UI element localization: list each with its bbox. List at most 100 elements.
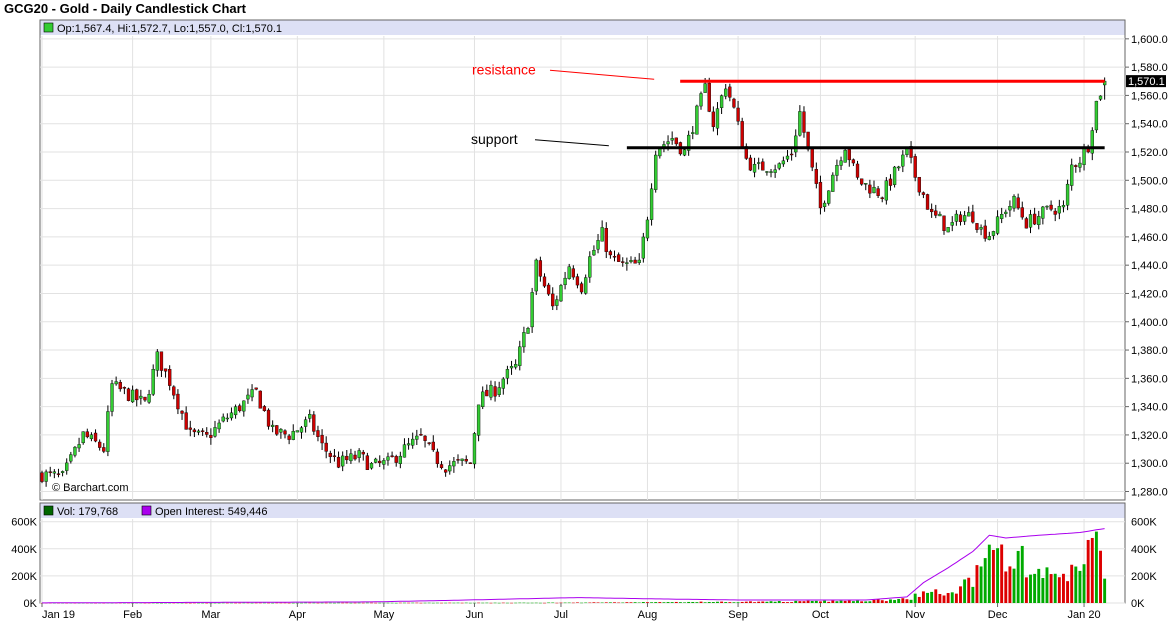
volume-bar (967, 577, 971, 603)
candle-body (242, 400, 246, 412)
candle-body (822, 202, 827, 208)
candle-body (56, 473, 61, 475)
candle-body (864, 183, 868, 185)
volume-bar (1012, 568, 1016, 603)
candle-body (180, 410, 184, 414)
candle-body (1098, 95, 1103, 100)
volume-bar (938, 594, 942, 603)
candle-body (275, 425, 279, 435)
date-tick-label: Mar (201, 609, 220, 621)
volume-bar (481, 602, 485, 604)
volume-bar (1099, 550, 1102, 603)
candle-body (361, 451, 365, 455)
candle-body (456, 459, 460, 461)
volume-bar (444, 602, 448, 604)
candle-body (1070, 164, 1074, 186)
volume-bar (464, 602, 468, 604)
candle-body (859, 178, 864, 185)
volume-bar (246, 602, 250, 604)
volume-bar (543, 602, 546, 604)
candle-body (336, 456, 341, 468)
candle-body (971, 211, 975, 223)
volume-bar (851, 601, 855, 603)
volume-bar (407, 602, 411, 604)
candle-body (48, 471, 52, 473)
candle-body (52, 471, 57, 474)
candle-body (468, 462, 473, 464)
volume-bar (580, 602, 584, 604)
volume-bar (798, 601, 802, 603)
candle-body (349, 453, 353, 462)
volume-tick-label-right: 400K (1131, 544, 1157, 556)
volume-bar (728, 602, 732, 603)
volume-bar (584, 602, 588, 604)
price-tick-label: 1,460.0 (1131, 232, 1168, 244)
volume-bar (687, 601, 691, 603)
candle-body (596, 240, 600, 250)
volume-bar (431, 602, 435, 604)
volume-bar (341, 602, 345, 604)
candle-body (711, 111, 716, 127)
volume-bar (971, 586, 975, 603)
candle-body (637, 259, 641, 263)
candle-body (1045, 205, 1049, 208)
volume-bar (847, 600, 851, 603)
volume-bar (794, 600, 798, 603)
candle-body (987, 236, 991, 240)
volume-bar (732, 602, 736, 603)
candle (275, 425, 279, 436)
candle (641, 232, 645, 263)
volume-bar (621, 602, 625, 604)
candle-body (316, 430, 320, 438)
candle-body (699, 93, 703, 107)
volume-bar (666, 602, 670, 603)
candle-body (448, 465, 452, 472)
volume-bar (398, 602, 402, 604)
candle-body (872, 186, 876, 194)
volume-bar (670, 602, 674, 603)
candle-body (168, 369, 172, 386)
volume-bar (501, 602, 505, 604)
candle-body (542, 276, 547, 287)
candle (827, 190, 831, 206)
volume-bar (221, 602, 225, 604)
candle-body (757, 162, 761, 164)
candle-body (798, 111, 802, 136)
volume-bar (868, 601, 872, 603)
candle-body (254, 387, 258, 390)
volume-bar (460, 602, 464, 604)
volume-bar (864, 601, 868, 603)
volume-bar (608, 602, 612, 603)
candle (732, 97, 736, 109)
candle (295, 430, 300, 433)
candle-body (217, 422, 221, 430)
candle-body (930, 209, 934, 213)
volume-bar (823, 600, 827, 603)
volume-bar (571, 602, 575, 604)
candle (707, 77, 711, 113)
volume-bar (238, 602, 242, 604)
volume-bar (942, 595, 946, 603)
volume-bar (1024, 577, 1028, 603)
volume-bar (963, 579, 967, 603)
candle-body (925, 194, 930, 210)
volume-bar (843, 600, 847, 603)
candle-body (460, 458, 464, 461)
price-tick-label: 1,380.0 (1131, 345, 1168, 357)
candle-body (917, 176, 921, 193)
candle-body (752, 164, 757, 173)
candle-body (608, 251, 613, 256)
candle-body (897, 166, 901, 169)
volume-bar (510, 602, 513, 604)
candle-body (719, 95, 724, 108)
candle-body (851, 159, 856, 164)
volume-bar (188, 602, 192, 604)
candle-body (287, 435, 291, 440)
candle-body (135, 389, 139, 401)
candle-body (559, 285, 563, 302)
candle-body (534, 259, 538, 292)
candle-body (843, 149, 847, 163)
volume-bar (365, 602, 369, 604)
candle-body (703, 83, 707, 93)
candle-body (126, 388, 131, 401)
